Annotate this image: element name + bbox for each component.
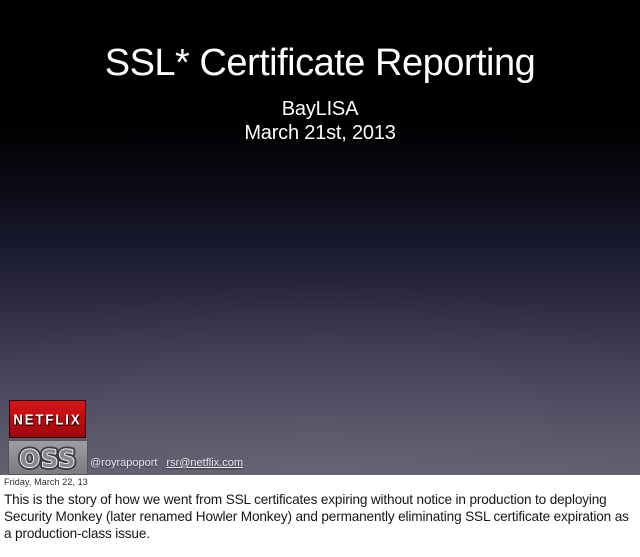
oss-logo-graphic: OSS OSS [12,443,84,473]
title-block: SSL* Certificate Reporting BayLISA March… [0,40,640,145]
notes-area: Friday, March 22, 13 This is the story o… [0,475,640,557]
netflix-logo: NETFLIX [9,400,86,438]
netflix-oss-logo: OSS OSS [8,440,88,475]
page: SSL* Certificate Reporting BayLISA March… [0,0,640,557]
email-link[interactable]: rsr@netflix.com [166,457,243,469]
speaker-notes: This is the story of how we went from SS… [4,491,637,542]
slide-title: SSL* Certificate Reporting [0,40,640,88]
slide-subtitle: BayLISA March 21st, 2013 [0,97,640,146]
oss-logo-text: OSS [20,445,77,473]
slide: SSL* Certificate Reporting BayLISA March… [0,0,640,475]
subtitle-date: March 21st, 2013 [0,121,640,145]
twitter-handle: @royrapoport [90,457,157,469]
subtitle-event: BayLISA [0,97,640,121]
contact-line: @royrapoport rsr@netflix.com [90,457,243,469]
netflix-logo-text: NETFLIX [13,410,81,427]
timestamp: Friday, March 22, 13 [4,477,640,487]
